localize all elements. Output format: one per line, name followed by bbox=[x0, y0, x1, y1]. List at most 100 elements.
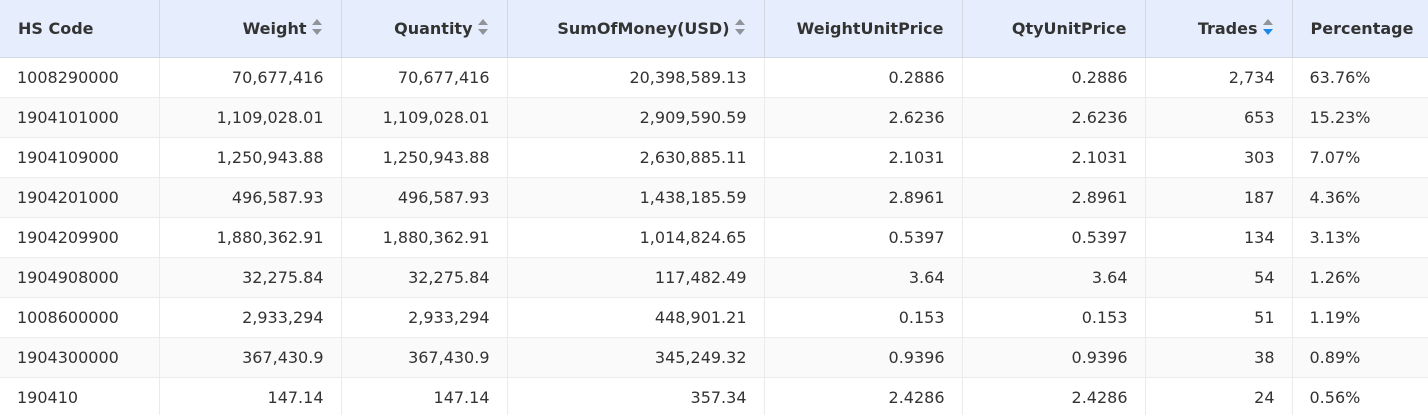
cell-quantity: 147.14 bbox=[341, 377, 508, 415]
cell-trades: 303 bbox=[1145, 137, 1293, 178]
cell-percentage: 0.89% bbox=[1292, 337, 1428, 378]
column-header-trades[interactable]: Trades bbox=[1145, 0, 1293, 58]
cell-weight-unit-price: 0.2886 bbox=[764, 57, 963, 98]
cell-weight-unit-price: 2.4286 bbox=[764, 377, 963, 415]
column-header-percentage: Percentage bbox=[1292, 0, 1428, 58]
column-header-label: Percentage bbox=[1310, 18, 1414, 38]
table-header-row: HS Code Weight Quantity SumOfMoney(USD) … bbox=[0, 0, 1428, 58]
cell-hs-code: 1904209900 bbox=[0, 217, 160, 258]
trade-data-table: HS Code Weight Quantity SumOfMoney(USD) … bbox=[0, 0, 1428, 415]
cell-weight: 1,250,943.88 bbox=[159, 137, 342, 178]
cell-percentage: 15.23% bbox=[1292, 97, 1428, 138]
sort-descending-arrow bbox=[311, 29, 322, 35]
column-header-label: QtyUnitPrice bbox=[1011, 18, 1127, 38]
cell-weight: 147.14 bbox=[159, 377, 342, 415]
table-row: 1008290000 70,677,416 70,677,416 20,398,… bbox=[0, 57, 1428, 98]
column-header-weight-unit-price: WeightUnitPrice bbox=[764, 0, 963, 58]
cell-percentage: 1.19% bbox=[1292, 297, 1428, 338]
cell-hs-code: 1904300000 bbox=[0, 337, 160, 378]
table-row: 1904300000 367,430.9 367,430.9 345,249.3… bbox=[0, 337, 1428, 378]
cell-sum-of-money: 345,249.32 bbox=[507, 337, 765, 378]
sort-descending-arrow bbox=[477, 29, 488, 35]
cell-quantity: 32,275.84 bbox=[341, 257, 508, 298]
cell-weight-unit-price: 2.6236 bbox=[764, 97, 963, 138]
column-header-label: WeightUnitPrice bbox=[796, 18, 944, 38]
cell-trades: 134 bbox=[1145, 217, 1293, 258]
sort-icon[interactable] bbox=[734, 18, 746, 36]
sort-ascending-arrow bbox=[1262, 19, 1273, 25]
table-row: 1904201000 496,587.93 496,587.93 1,438,1… bbox=[0, 177, 1428, 218]
cell-trades: 2,734 bbox=[1145, 57, 1293, 98]
cell-qty-unit-price: 0.153 bbox=[962, 297, 1146, 338]
cell-hs-code: 1904908000 bbox=[0, 257, 160, 298]
cell-hs-code: 190410 bbox=[0, 377, 160, 415]
cell-quantity: 496,587.93 bbox=[341, 177, 508, 218]
cell-weight-unit-price: 0.5397 bbox=[764, 217, 963, 258]
cell-weight: 496,587.93 bbox=[159, 177, 342, 218]
cell-hs-code: 1904201000 bbox=[0, 177, 160, 218]
cell-quantity: 1,250,943.88 bbox=[341, 137, 508, 178]
cell-sum-of-money: 448,901.21 bbox=[507, 297, 765, 338]
cell-percentage: 7.07% bbox=[1292, 137, 1428, 178]
cell-quantity: 1,109,028.01 bbox=[341, 97, 508, 138]
cell-trades: 653 bbox=[1145, 97, 1293, 138]
table-row: 1008600000 2,933,294 2,933,294 448,901.2… bbox=[0, 297, 1428, 338]
column-header-label: HS Code bbox=[18, 18, 94, 38]
sort-ascending-arrow bbox=[477, 19, 488, 25]
cell-qty-unit-price: 2.6236 bbox=[962, 97, 1146, 138]
cell-weight: 32,275.84 bbox=[159, 257, 342, 298]
column-header-weight[interactable]: Weight bbox=[159, 0, 342, 58]
cell-qty-unit-price: 0.5397 bbox=[962, 217, 1146, 258]
column-header-sum-of-money[interactable]: SumOfMoney(USD) bbox=[507, 0, 765, 58]
cell-percentage: 4.36% bbox=[1292, 177, 1428, 218]
cell-qty-unit-price: 0.2886 bbox=[962, 57, 1146, 98]
sort-ascending-arrow bbox=[734, 19, 745, 25]
cell-hs-code: 1008600000 bbox=[0, 297, 160, 338]
sort-icon[interactable] bbox=[311, 18, 323, 36]
cell-sum-of-money: 117,482.49 bbox=[507, 257, 765, 298]
cell-sum-of-money: 1,014,824.65 bbox=[507, 217, 765, 258]
cell-qty-unit-price: 2.1031 bbox=[962, 137, 1146, 178]
cell-quantity: 70,677,416 bbox=[341, 57, 508, 98]
column-header-hs-code: HS Code bbox=[0, 0, 160, 58]
cell-qty-unit-price: 2.4286 bbox=[962, 377, 1146, 415]
cell-sum-of-money: 1,438,185.59 bbox=[507, 177, 765, 218]
cell-weight: 70,677,416 bbox=[159, 57, 342, 98]
column-header-label: Weight bbox=[242, 18, 307, 38]
cell-qty-unit-price: 2.8961 bbox=[962, 177, 1146, 218]
cell-weight-unit-price: 2.1031 bbox=[764, 137, 963, 178]
cell-weight-unit-price: 0.153 bbox=[764, 297, 963, 338]
column-header-quantity[interactable]: Quantity bbox=[341, 0, 508, 58]
cell-percentage: 1.26% bbox=[1292, 257, 1428, 298]
cell-sum-of-money: 2,630,885.11 bbox=[507, 137, 765, 178]
column-header-label: SumOfMoney(USD) bbox=[557, 18, 730, 38]
cell-quantity: 2,933,294 bbox=[341, 297, 508, 338]
sort-icon[interactable] bbox=[1262, 18, 1274, 36]
cell-weight-unit-price: 0.9396 bbox=[764, 337, 963, 378]
cell-hs-code: 1904109000 bbox=[0, 137, 160, 178]
column-header-label: Trades bbox=[1197, 18, 1258, 38]
table-row: 190410 147.14 147.14 357.34 2.4286 2.428… bbox=[0, 377, 1428, 415]
cell-sum-of-money: 357.34 bbox=[507, 377, 765, 415]
cell-weight: 2,933,294 bbox=[159, 297, 342, 338]
cell-qty-unit-price: 3.64 bbox=[962, 257, 1146, 298]
cell-qty-unit-price: 0.9396 bbox=[962, 337, 1146, 378]
sort-ascending-arrow bbox=[311, 19, 322, 25]
cell-trades: 54 bbox=[1145, 257, 1293, 298]
cell-quantity: 1,880,362.91 bbox=[341, 217, 508, 258]
column-header-qty-unit-price: QtyUnitPrice bbox=[962, 0, 1146, 58]
cell-quantity: 367,430.9 bbox=[341, 337, 508, 378]
sort-icon[interactable] bbox=[477, 18, 489, 36]
cell-weight-unit-price: 3.64 bbox=[764, 257, 963, 298]
cell-weight-unit-price: 2.8961 bbox=[764, 177, 963, 218]
cell-weight: 1,880,362.91 bbox=[159, 217, 342, 258]
cell-weight: 367,430.9 bbox=[159, 337, 342, 378]
cell-percentage: 3.13% bbox=[1292, 217, 1428, 258]
cell-trades: 187 bbox=[1145, 177, 1293, 218]
cell-weight: 1,109,028.01 bbox=[159, 97, 342, 138]
cell-sum-of-money: 20,398,589.13 bbox=[507, 57, 765, 98]
table-row: 1904209900 1,880,362.91 1,880,362.91 1,0… bbox=[0, 217, 1428, 258]
sort-descending-arrow bbox=[734, 29, 745, 35]
cell-hs-code: 1008290000 bbox=[0, 57, 160, 98]
cell-percentage: 63.76% bbox=[1292, 57, 1428, 98]
